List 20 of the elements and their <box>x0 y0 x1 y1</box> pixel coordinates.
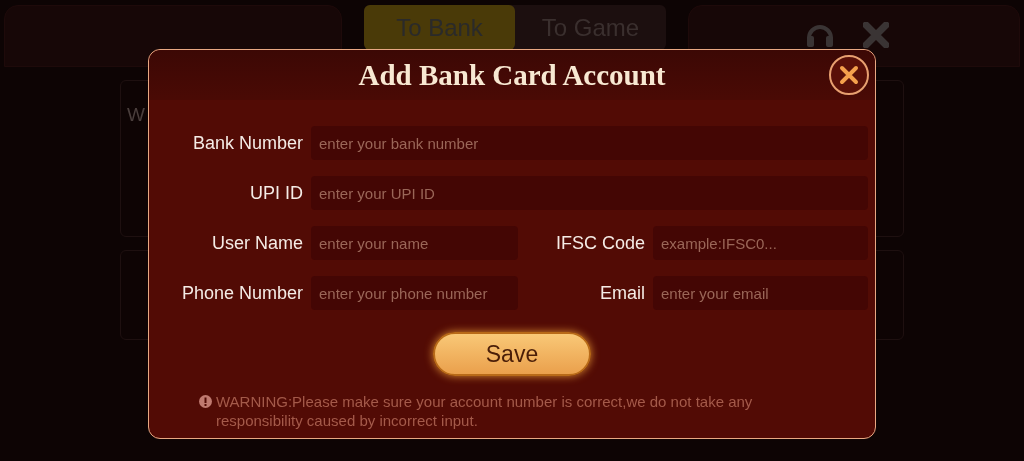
close-icon <box>839 65 859 85</box>
save-button[interactable]: Save <box>433 332 591 376</box>
warning-text: WARNING:Please make sure your account number is correct,we do not take any responsibility caused by incorrect input. <box>216 392 754 430</box>
field-label: UPI ID <box>249 182 303 204</box>
field-label: User Name <box>210 232 303 254</box>
dialog-title: Add Bank Card Account <box>358 58 666 92</box>
headset-icon[interactable] <box>805 22 835 50</box>
input-field[interactable]: example:IFSC0... <box>653 226 868 260</box>
card-text: W <box>127 104 145 126</box>
warning-icon <box>199 395 212 408</box>
input-field[interactable]: enter your bank number <box>311 126 868 160</box>
field-label: Phone Number <box>180 282 303 304</box>
field-label: Bank Number <box>191 132 303 154</box>
input-field[interactable]: enter your UPI ID <box>311 176 868 210</box>
close-button[interactable] <box>829 55 869 95</box>
input-field[interactable]: enter your email <box>653 276 868 310</box>
field-label: Email <box>599 282 645 304</box>
field-label: IFSC Code <box>554 232 645 254</box>
input-field[interactable]: enter your phone number <box>311 276 518 310</box>
input-field[interactable]: enter your name <box>311 226 518 260</box>
